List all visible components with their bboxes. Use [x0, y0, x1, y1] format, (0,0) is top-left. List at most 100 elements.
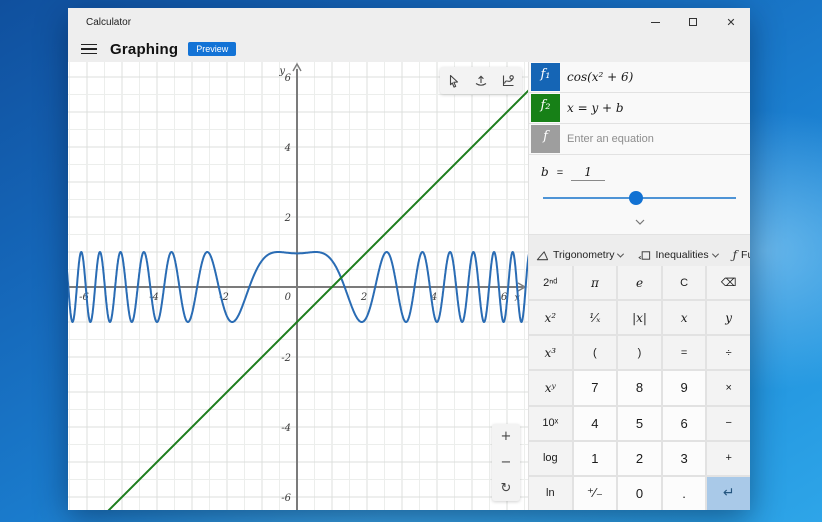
key-nine[interactable]: 9	[663, 371, 706, 404]
calculator-window: Calculator ✕ Graphing Preview -6-4-22466…	[68, 8, 750, 510]
equation-row-2: f₂ x = y + b	[529, 93, 750, 124]
key-two[interactable]: 2	[618, 442, 661, 475]
share-icon	[474, 74, 488, 88]
maximize-icon	[689, 18, 697, 26]
pointer-icon	[447, 74, 461, 88]
key-log[interactable]: log	[529, 442, 572, 475]
new-equation-input[interactable]: Enter an equation	[567, 133, 654, 145]
equation-row-3: f Enter an equation	[529, 124, 750, 155]
collapse-slider-button[interactable]	[629, 211, 651, 230]
key-add[interactable]: +	[707, 442, 750, 475]
slider-variable-label: b	[541, 165, 549, 179]
graph-toolbar	[440, 67, 522, 94]
key-seven[interactable]: 7	[574, 371, 617, 404]
y-tick-label: -6	[281, 493, 291, 504]
key-one-over-x[interactable]: ¹⁄ₓ	[574, 301, 617, 334]
slider-equals-sign: =	[557, 167, 563, 179]
f2-tile[interactable]: f₂	[531, 94, 560, 122]
f3-tile[interactable]: f	[531, 125, 560, 153]
zoom-out-button[interactable]: −	[492, 450, 520, 476]
graph-options-button[interactable]	[496, 68, 521, 93]
key-ten-power-x[interactable]: 10ˣ	[529, 407, 572, 440]
keypad: 2ⁿᵈπeC⌫ x²¹⁄ₓ|x|xy x³()=÷ xʸ789× 10ˣ456− log1…	[529, 266, 750, 510]
page-title: Graphing	[110, 41, 178, 58]
trigonometry-dropdown[interactable]: Trigonometry	[536, 249, 623, 262]
key-decimal[interactable]: .	[663, 477, 706, 510]
y-axis-label: y	[278, 66, 285, 77]
chevron-down-icon	[712, 250, 719, 257]
key-eight[interactable]: 8	[618, 371, 661, 404]
key-enter[interactable]: ↵	[707, 477, 750, 510]
key-pi[interactable]: π	[574, 266, 617, 299]
key-var-x[interactable]: x	[663, 301, 706, 334]
y-tick-label: 6	[285, 73, 292, 84]
key-close-paren[interactable]: )	[618, 336, 661, 369]
key-var-y[interactable]: y	[707, 301, 750, 334]
variable-slider-section: b = 1	[529, 155, 750, 235]
minimize-button[interactable]	[636, 8, 674, 36]
reset-view-button[interactable]: ↻	[492, 475, 520, 501]
function-dropdown[interactable]: ƒ Function	[733, 248, 750, 262]
key-second[interactable]: 2ⁿᵈ	[529, 266, 572, 299]
hamburger-icon	[81, 44, 97, 46]
key-equals[interactable]: =	[663, 336, 706, 369]
f1-equation-input[interactable]: cos(x² + 6)	[567, 70, 633, 84]
y-tick-label: -4	[281, 423, 291, 434]
graph-canvas[interactable]: -6-4-2246642-2-4-60yx	[68, 62, 528, 510]
zoom-in-button[interactable]: +	[492, 424, 520, 450]
inequalities-dropdown[interactable]: Inequalities	[638, 249, 717, 262]
key-x-power-y[interactable]: xʸ	[529, 371, 572, 404]
key-multiply[interactable]: ×	[707, 371, 750, 404]
key-three[interactable]: 3	[663, 442, 706, 475]
origin-label: 0	[285, 292, 292, 303]
caption-buttons: ✕	[636, 8, 750, 36]
function-icon: ƒ	[733, 248, 737, 262]
window-title: Calculator	[86, 17, 636, 28]
key-zero[interactable]: 0	[618, 477, 661, 510]
key-open-paren[interactable]: (	[574, 336, 617, 369]
minimize-icon	[651, 22, 660, 23]
equation-row-1: f₁ cos(x² + 6)	[529, 62, 750, 93]
key-plus-minus[interactable]: ⁺⁄₋	[574, 477, 617, 510]
share-button[interactable]	[468, 68, 493, 93]
panel-gap	[529, 235, 750, 244]
desktop-wallpaper: Calculator ✕ Graphing Preview -6-4-22466…	[0, 0, 822, 522]
key-x-squared[interactable]: x²	[529, 301, 572, 334]
titlebar: Calculator ✕	[68, 8, 750, 36]
graph-pane: -6-4-2246642-2-4-60yx	[68, 62, 528, 510]
slider-label-row: b = 1	[541, 165, 738, 181]
f1-tile[interactable]: f₁	[531, 63, 560, 91]
graph-zoom-controls: + − ↻	[492, 424, 520, 501]
key-backspace[interactable]: ⌫	[707, 266, 750, 299]
slider-value-field[interactable]: 1	[571, 165, 605, 181]
trigonometry-icon	[536, 249, 549, 262]
key-five[interactable]: 5	[618, 407, 661, 440]
b-slider-thumb[interactable]	[629, 191, 643, 205]
hamburger-menu-button[interactable]	[78, 39, 100, 59]
close-button[interactable]: ✕	[712, 8, 750, 36]
key-subtract[interactable]: −	[707, 407, 750, 440]
key-clear[interactable]: C	[663, 266, 706, 299]
key-ln[interactable]: ln	[529, 477, 572, 510]
y-tick-label: 4	[284, 143, 291, 154]
key-absolute-value[interactable]: |x|	[618, 301, 661, 334]
graph-options-icon	[501, 74, 515, 88]
key-euler[interactable]: e	[618, 266, 661, 299]
b-slider-track[interactable]	[543, 197, 736, 199]
equation-panel: f₁ cos(x² + 6) f₂ x = y + b f Enter an e…	[528, 62, 750, 510]
app-header: Graphing Preview	[68, 36, 750, 62]
key-divide[interactable]: ÷	[707, 336, 750, 369]
close-icon: ✕	[726, 17, 735, 28]
key-six[interactable]: 6	[663, 407, 706, 440]
maximize-button[interactable]	[674, 8, 712, 36]
key-one[interactable]: 1	[574, 442, 617, 475]
f2-equation-input[interactable]: x = y + b	[567, 101, 624, 115]
inequalities-icon	[638, 249, 651, 262]
y-tick-label: 2	[284, 213, 291, 224]
key-x-cubed[interactable]: x³	[529, 336, 572, 369]
function-category-bar: Trigonometry Inequalities ƒ Function	[529, 244, 750, 266]
content: -6-4-2246642-2-4-60yx	[68, 62, 750, 510]
key-four[interactable]: 4	[574, 407, 617, 440]
chevron-down-icon	[617, 250, 624, 257]
trace-pointer-button[interactable]	[441, 68, 466, 93]
